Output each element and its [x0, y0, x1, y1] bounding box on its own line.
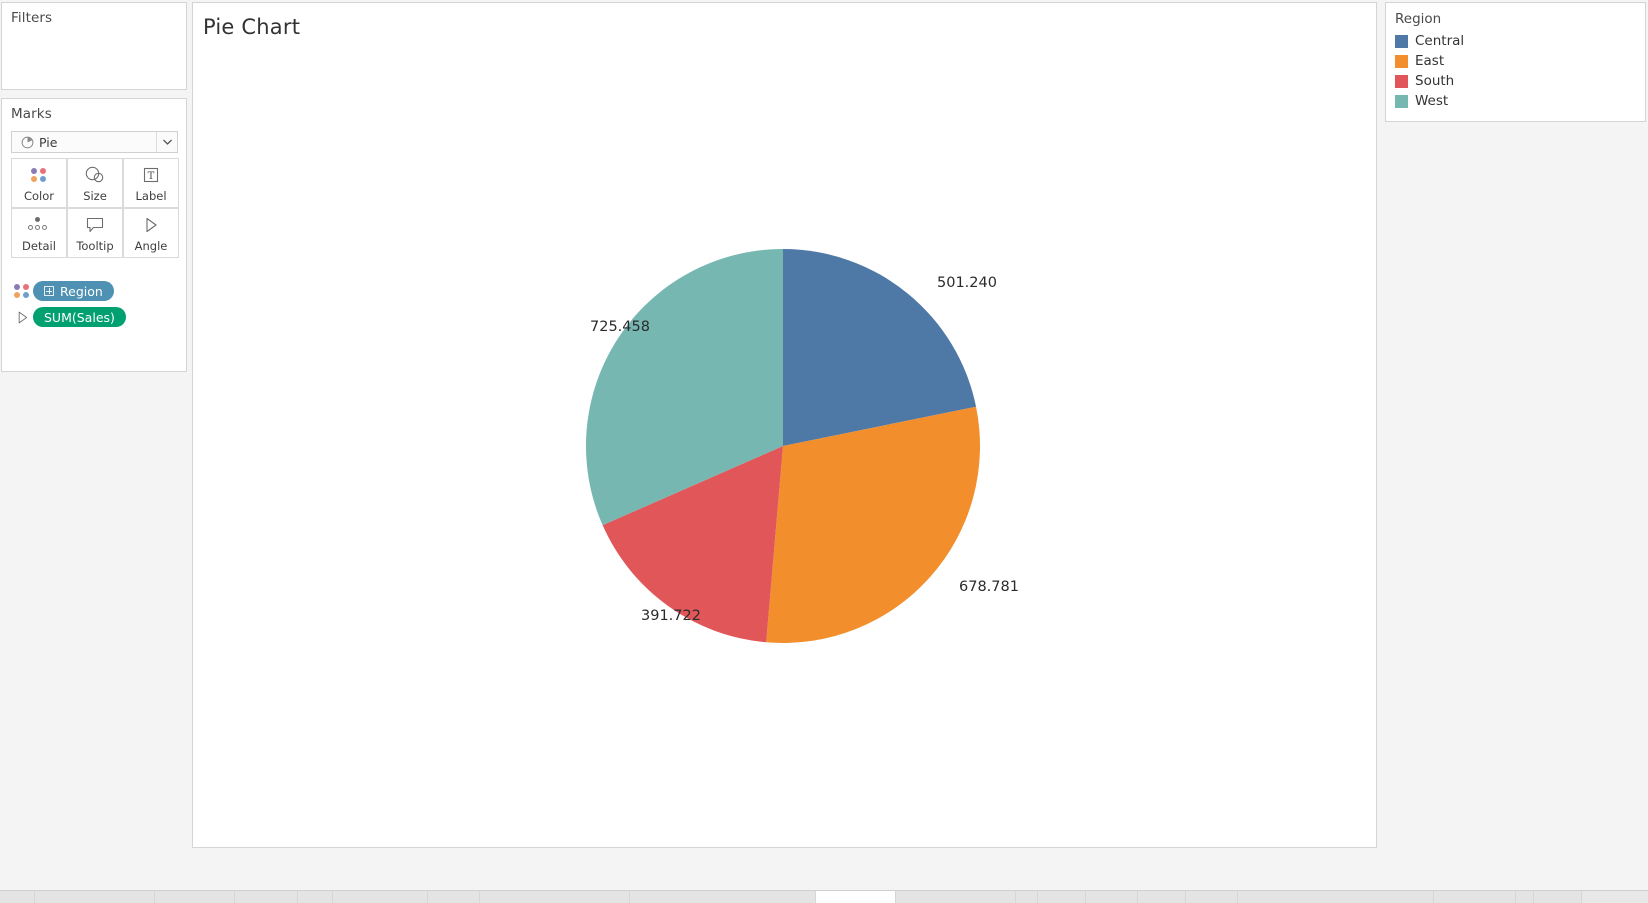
- pie-slice-label: 725.458: [590, 319, 650, 335]
- bottom-tab-strip[interactable]: [0, 890, 1648, 903]
- color-dots-icon: [11, 284, 33, 298]
- pie-slice-label: 678.781: [959, 579, 1019, 595]
- marks-label-label: Label: [135, 188, 167, 203]
- legend-color-swatch: [1395, 94, 1408, 108]
- tab-strip-segment[interactable]: [298, 891, 333, 903]
- label-text-icon: T: [142, 164, 160, 186]
- tab-strip-segment[interactable]: [1138, 891, 1186, 903]
- pill-sum-sales[interactable]: SUM(Sales): [33, 307, 126, 327]
- marks-tooltip-label: Tooltip: [76, 238, 114, 253]
- marks-size-button[interactable]: Size: [67, 158, 123, 208]
- color-legend-title: Region: [1395, 11, 1442, 27]
- color-legend-items: Central East South West: [1386, 31, 1645, 111]
- chevron-down-icon[interactable]: [156, 132, 177, 152]
- marks-detail-label: Detail: [22, 238, 56, 253]
- marks-label-button[interactable]: T Label: [123, 158, 179, 208]
- tab-strip-segment[interactable]: [35, 891, 155, 903]
- legend-color-swatch: [1395, 74, 1408, 88]
- marks-tooltip-button[interactable]: Tooltip: [67, 208, 123, 258]
- tab-strip-segment[interactable]: [155, 891, 235, 903]
- tooltip-bubble-icon: [85, 214, 105, 236]
- angle-wedge-icon: [11, 310, 33, 325]
- tab-strip-segment[interactable]: [428, 891, 480, 903]
- marks-card-title: Marks: [11, 106, 52, 122]
- tab-strip-segment[interactable]: [1434, 891, 1516, 903]
- marks-angle-label: Angle: [134, 238, 168, 253]
- pill-region-label: Region: [60, 283, 103, 299]
- pie-slice-label: 391.722: [641, 608, 701, 624]
- tab-strip-segment[interactable]: [1534, 891, 1582, 903]
- detail-dots-icon: [27, 214, 51, 236]
- legend-item[interactable]: Central: [1386, 31, 1645, 51]
- legend-item[interactable]: East: [1386, 51, 1645, 71]
- pill-sum-sales-label: SUM(Sales): [44, 309, 115, 325]
- color-legend-card: Region Central East South West: [1385, 2, 1646, 122]
- tab-strip-segment[interactable]: [1016, 891, 1038, 903]
- angle-wedge-icon: [142, 214, 160, 236]
- mark-type-label: Pie: [39, 134, 58, 150]
- legend-item-label: West: [1415, 93, 1449, 109]
- tab-strip-segment[interactable]: [0, 891, 35, 903]
- legend-item[interactable]: West: [1386, 91, 1645, 111]
- pill-region[interactable]: Region: [33, 281, 114, 301]
- tab-strip-segment[interactable]: [1516, 891, 1534, 903]
- legend-item-label: Central: [1415, 33, 1465, 49]
- pie-slice-label: 501.240: [937, 275, 997, 291]
- tab-strip-segment[interactable]: [630, 891, 816, 903]
- filters-card[interactable]: Filters: [1, 2, 187, 90]
- tab-strip-segment[interactable]: [235, 891, 298, 903]
- expand-hierarchy-icon[interactable]: [44, 286, 54, 296]
- view-pane: Pie Chart 501.240 678.781 391.722 725.458: [192, 2, 1377, 848]
- marks-pill-sales-row: SUM(Sales): [11, 307, 126, 327]
- svg-text:T: T: [148, 171, 155, 182]
- color-dots-icon: [31, 164, 47, 186]
- marks-color-label: Color: [23, 188, 55, 203]
- legend-item-label: East: [1415, 53, 1445, 69]
- tab-strip-segment[interactable]: [1086, 891, 1138, 903]
- mark-type-dropdown[interactable]: Pie: [11, 131, 178, 153]
- tab-strip-segment[interactable]: [1186, 891, 1238, 903]
- marks-card: Marks Pie Color Size T Label Detail Tool…: [1, 98, 187, 372]
- marks-buttons-grid: Color Size T Label Detail Tooltip Angle: [11, 158, 179, 258]
- tab-strip-segment[interactable]: [480, 891, 630, 903]
- tab-strip-segment[interactable]: [333, 891, 428, 903]
- marks-color-button[interactable]: Color: [11, 158, 67, 208]
- size-circles-icon: [83, 164, 107, 186]
- filters-card-title: Filters: [11, 10, 53, 26]
- tab-strip-segment[interactable]: [1038, 891, 1086, 903]
- tableau-worksheet: Filters Marks Pie Color Size T Label Det…: [0, 0, 1648, 903]
- marks-size-label: Size: [83, 188, 107, 203]
- tab-strip-segment[interactable]: [896, 891, 1016, 903]
- legend-item[interactable]: South: [1386, 71, 1645, 91]
- tab-strip-segment[interactable]: [1238, 891, 1434, 903]
- marks-angle-button[interactable]: Angle: [123, 208, 179, 258]
- legend-item-label: South: [1415, 73, 1455, 89]
- marks-detail-button[interactable]: Detail: [11, 208, 67, 258]
- left-shelf-panel: Filters Marks Pie Color Size T Label Det…: [0, 0, 191, 888]
- pie-icon: [17, 136, 37, 149]
- pie-chart[interactable]: 501.240 678.781 391.722 725.458: [193, 3, 1376, 847]
- legend-color-swatch: [1395, 34, 1408, 48]
- marks-pill-region-row: Region: [11, 281, 114, 301]
- pie-chart-svg: [585, 249, 981, 644]
- legend-color-swatch: [1395, 54, 1408, 68]
- tab-strip-segment[interactable]: [816, 891, 896, 903]
